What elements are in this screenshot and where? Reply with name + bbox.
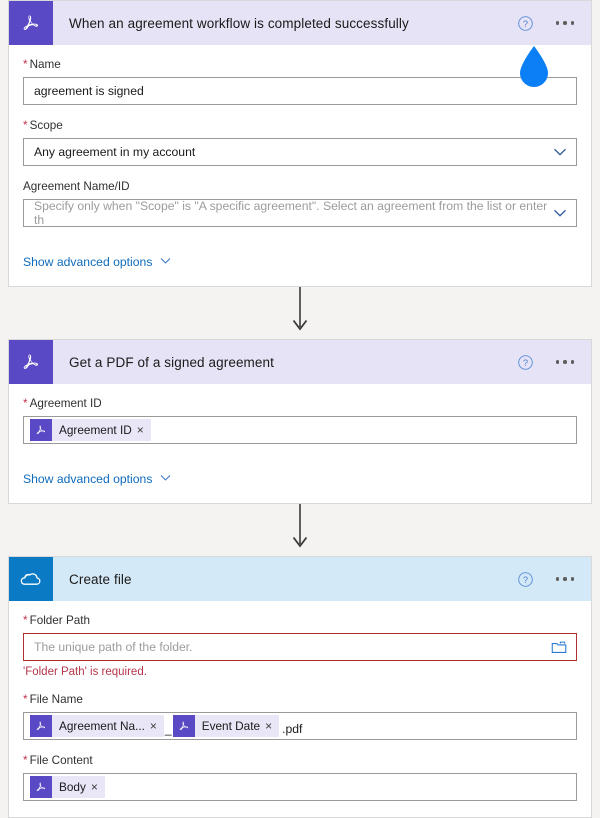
required-asterisk: * xyxy=(23,693,28,706)
field-label: *Scope xyxy=(23,118,577,133)
dynamic-content-token[interactable]: Body × xyxy=(30,776,105,798)
flow-card-trigger[interactable]: When an agreement workflow is completed … xyxy=(8,0,592,287)
name-input-value: agreement is signed xyxy=(34,84,144,98)
folder-path-input[interactable]: The unique path of the folder. xyxy=(23,633,577,661)
help-icon[interactable]: ? xyxy=(511,565,539,593)
adobe-acrobat-icon xyxy=(173,715,195,737)
card-body: *Name agreement is signed *Scope Any agr… xyxy=(9,45,591,286)
file-name-suffix: .pdf xyxy=(279,722,302,736)
field-label: *Name xyxy=(23,57,577,72)
flow-designer-canvas: When an agreement workflow is completed … xyxy=(0,0,600,818)
field-label: Agreement Name/ID xyxy=(23,179,577,194)
field-agreement-id: *Agreement ID Agreement ID × xyxy=(23,396,577,444)
card-header[interactable]: Create file ? xyxy=(9,557,591,601)
field-file-name: *File Name Agreement Na... × _ xyxy=(23,692,577,740)
ellipsis-dots xyxy=(556,577,575,581)
file-name-separator: _ xyxy=(164,722,173,736)
token-label: Agreement Na... xyxy=(52,719,150,733)
ellipsis-dots xyxy=(556,360,575,364)
more-options-icon[interactable] xyxy=(551,348,579,376)
required-asterisk: * xyxy=(23,58,28,71)
remove-token-icon[interactable]: × xyxy=(150,720,164,732)
field-agreement-name-id: Agreement Name/ID Specify only when "Sco… xyxy=(23,179,577,227)
required-asterisk: * xyxy=(23,754,28,767)
show-advanced-options-link[interactable]: Show advanced options xyxy=(23,254,172,270)
field-label: *File Name xyxy=(23,692,577,707)
ellipsis-dots xyxy=(556,21,575,25)
help-icon[interactable]: ? xyxy=(511,9,539,37)
field-file-content: *File Content Body × xyxy=(23,753,577,801)
card-title: Get a PDF of a signed agreement xyxy=(53,355,511,370)
chevron-down-icon xyxy=(159,471,172,487)
token-label: Body xyxy=(52,780,91,794)
adobe-acrobat-icon xyxy=(30,419,52,441)
onedrive-cloud-icon xyxy=(9,557,53,601)
agreement-id-token-input[interactable]: Agreement ID × xyxy=(23,416,577,444)
chevron-down-icon xyxy=(552,205,568,221)
more-options-icon[interactable] xyxy=(551,565,579,593)
folder-path-error: 'Folder Path' is required. xyxy=(23,665,577,679)
help-icon[interactable]: ? xyxy=(511,348,539,376)
remove-token-icon[interactable]: × xyxy=(265,720,279,732)
field-label: *File Content xyxy=(23,753,577,768)
flow-connector-arrow xyxy=(0,287,600,339)
dynamic-content-token[interactable]: Agreement ID × xyxy=(30,419,151,441)
svg-text:?: ? xyxy=(522,574,527,584)
show-advanced-options-link[interactable]: Show advanced options xyxy=(23,471,172,487)
remove-token-icon[interactable]: × xyxy=(137,424,151,436)
show-advanced-options-label: Show advanced options xyxy=(23,472,152,486)
dynamic-content-token[interactable]: Event Date × xyxy=(173,715,279,737)
required-asterisk: * xyxy=(23,614,28,627)
adobe-acrobat-icon xyxy=(9,340,53,384)
field-folder-path: *Folder Path The unique path of the fold… xyxy=(23,613,577,679)
chevron-down-icon xyxy=(552,144,568,160)
token-label: Event Date xyxy=(195,719,265,733)
token-label: Agreement ID xyxy=(52,423,137,437)
required-asterisk: * xyxy=(23,119,28,132)
scope-dropdown[interactable]: Any agreement in my account xyxy=(23,138,577,166)
field-label: *Agreement ID xyxy=(23,396,577,411)
show-advanced-options-label: Show advanced options xyxy=(23,255,152,269)
name-input[interactable]: agreement is signed xyxy=(23,77,577,105)
folder-picker-icon[interactable] xyxy=(550,638,568,656)
field-name: *Name agreement is signed xyxy=(23,57,577,105)
card-body: *Folder Path The unique path of the fold… xyxy=(9,601,591,817)
scope-dropdown-value: Any agreement in my account xyxy=(34,145,195,159)
remove-token-icon[interactable]: × xyxy=(91,781,105,793)
field-label: *Folder Path xyxy=(23,613,577,628)
flow-connector-arrow xyxy=(0,504,600,556)
agreement-name-id-placeholder: Specify only when "Scope" is "A specific… xyxy=(34,199,552,227)
dynamic-content-token[interactable]: Agreement Na... × xyxy=(30,715,164,737)
card-body: *Agreement ID Agreement ID × Show advanc xyxy=(9,384,591,503)
agreement-name-id-dropdown[interactable]: Specify only when "Scope" is "A specific… xyxy=(23,199,577,227)
flow-card-get-pdf[interactable]: Get a PDF of a signed agreement ? *Agree… xyxy=(8,339,592,504)
folder-path-placeholder: The unique path of the folder. xyxy=(34,640,193,654)
card-header[interactable]: Get a PDF of a signed agreement ? xyxy=(9,340,591,384)
adobe-acrobat-icon xyxy=(30,776,52,798)
flow-card-create-file[interactable]: Create file ? *Folder Path The unique pa… xyxy=(8,556,592,818)
adobe-acrobat-icon xyxy=(9,1,53,45)
adobe-acrobat-icon xyxy=(30,715,52,737)
card-header[interactable]: When an agreement workflow is completed … xyxy=(9,1,591,45)
card-title: When an agreement workflow is completed … xyxy=(53,16,511,31)
more-options-icon[interactable] xyxy=(551,9,579,37)
card-title: Create file xyxy=(53,572,511,587)
file-content-token-input[interactable]: Body × xyxy=(23,773,577,801)
file-name-token-input[interactable]: Agreement Na... × _ Event Date × .pdf xyxy=(23,712,577,740)
svg-text:?: ? xyxy=(522,18,527,28)
chevron-down-icon xyxy=(159,254,172,270)
field-scope: *Scope Any agreement in my account xyxy=(23,118,577,166)
svg-text:?: ? xyxy=(522,357,527,367)
required-asterisk: * xyxy=(23,397,28,410)
